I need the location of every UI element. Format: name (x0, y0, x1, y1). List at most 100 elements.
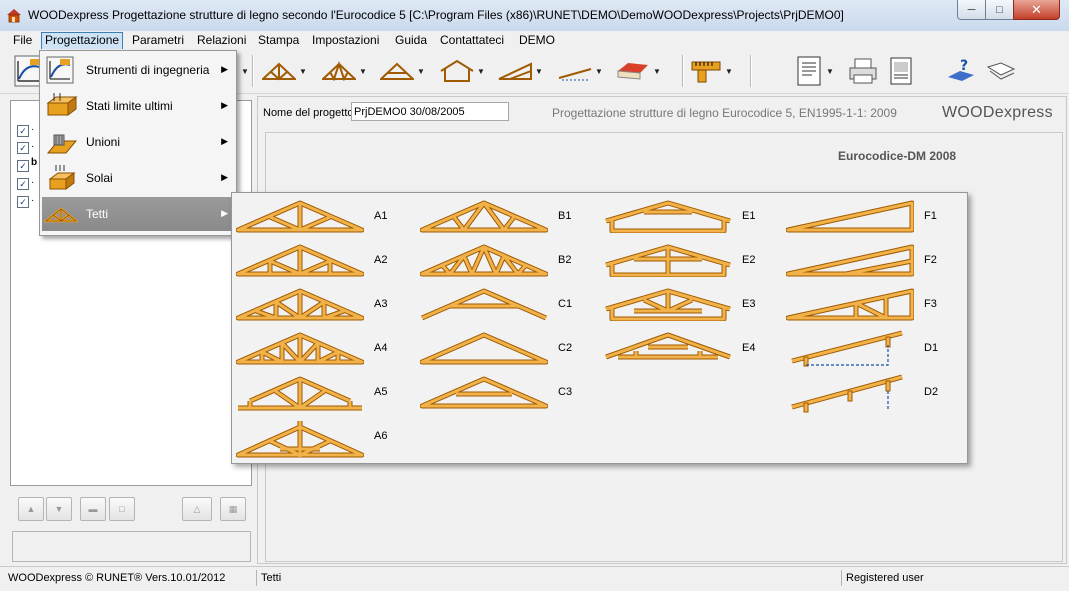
status-user: Registered user (841, 570, 924, 586)
truss-c1-icon (421, 288, 547, 321)
print-preview-button[interactable] (888, 53, 914, 89)
app-brand: WOODexpress (942, 104, 1053, 121)
house-roof-icon (440, 59, 474, 82)
menu-strumenti-ingegneria[interactable]: Strumenti di ingegneria ▶ (42, 53, 234, 87)
truss-f1-icon (785, 200, 915, 233)
truss-a2[interactable] (235, 243, 365, 277)
chevron-down-icon[interactable]: ▼ (359, 67, 367, 76)
chevron-down-icon[interactable]: ▼ (417, 67, 425, 76)
truss-e4[interactable] (604, 331, 732, 365)
truss-c3[interactable] (419, 375, 549, 409)
truss-a-button[interactable]: ▼ (262, 53, 307, 89)
truss-label: A5 (374, 386, 388, 398)
close-button[interactable]: ✕ (1013, 0, 1060, 20)
measure-button[interactable]: ▼ (690, 53, 733, 89)
truss-label: C1 (558, 298, 573, 310)
manual-button[interactable] (986, 53, 1016, 89)
truss-e2[interactable] (604, 243, 732, 278)
roof-3d-icon (617, 63, 648, 80)
truss-label: F1 (924, 210, 937, 222)
chevron-down-icon[interactable]: ▼ (725, 67, 733, 76)
truss-a5[interactable] (236, 375, 364, 411)
move-up-button[interactable]: ▲ (18, 497, 44, 521)
truss-c-button[interactable]: ▼ (380, 53, 425, 89)
remove-button[interactable]: ▬ (80, 497, 106, 521)
truss-b1[interactable] (419, 199, 549, 233)
tetti-submenu: A1 A2 A3 A4 A5 A6 B1 B2 C1 C2 C3 E1 E2 E… (231, 192, 968, 464)
menu-contattateci[interactable]: Contattateci (437, 32, 507, 48)
truss-a1[interactable] (235, 199, 365, 233)
chevron-down-icon[interactable]: ▼ (595, 67, 603, 76)
tree-checkbox[interactable]: ✓ (17, 178, 29, 190)
truss-e1[interactable] (604, 199, 732, 234)
truss-c1[interactable] (420, 287, 548, 321)
truss-f-button[interactable]: ▼ (498, 53, 543, 89)
chevron-down-icon[interactable]: ▼ (653, 67, 661, 76)
truss-f1[interactable] (785, 199, 915, 233)
menu-relazioni[interactable]: Relazioni (194, 32, 249, 48)
menu-file[interactable]: File (10, 32, 35, 48)
truss-a6[interactable] (235, 419, 365, 459)
tree-checkbox[interactable]: ✓ (17, 125, 29, 137)
maximize-button[interactable]: □ (985, 0, 1014, 20)
roof-3d-button[interactable]: ▼ (616, 53, 661, 89)
truss-c2[interactable] (419, 331, 549, 365)
chevron-down-icon[interactable]: ▼ (241, 67, 249, 76)
truss-a3[interactable] (235, 287, 365, 321)
truss-a3-icon (235, 288, 365, 321)
menu-guida[interactable]: Guida (392, 32, 430, 48)
rafter-d1-icon (791, 330, 903, 367)
truss-d2[interactable] (790, 373, 918, 415)
truss-a4[interactable] (235, 331, 365, 365)
truss-label: F2 (924, 254, 937, 266)
roof-truss-icon (44, 207, 78, 223)
truss-b-button[interactable]: ▼ (322, 53, 367, 89)
tree-checkbox[interactable]: ✓ (17, 196, 29, 208)
menu-stampa[interactable]: Stampa (255, 32, 302, 48)
chevron-down-icon[interactable]: ▼ (826, 67, 834, 76)
minimize-button[interactable]: ─ (957, 0, 986, 20)
rafter-icon (558, 68, 592, 81)
status-version: WOODexpress © RUNET® Vers.10.01/2012 (8, 572, 226, 584)
menu-impostazioni[interactable]: Impostazioni (309, 32, 382, 48)
truss-f2[interactable] (785, 243, 915, 277)
tree-checkbox[interactable]: ✓ (17, 142, 29, 154)
menu-tetti[interactable]: Tetti ▶ (42, 197, 234, 231)
status-bar: WOODexpress © RUNET® Vers.10.01/2012 Tet… (0, 566, 1069, 591)
rafter-button[interactable]: ▼ (558, 53, 603, 89)
truss-a6-icon (235, 421, 365, 458)
window-title: WOODexpress Progettazione strutture di l… (28, 8, 844, 22)
truss-b1-icon (419, 200, 549, 233)
menu-demo[interactable]: DEMO (516, 32, 558, 48)
report-button[interactable]: ▼ (795, 53, 834, 89)
rafter-d2-icon (791, 374, 903, 413)
truss-f2-icon (785, 244, 915, 277)
truss-f3[interactable] (785, 287, 915, 321)
menu-unioni[interactable]: Unioni ▶ (42, 125, 234, 159)
truss-e-button[interactable]: ▼ (440, 53, 485, 89)
truss-b2[interactable] (419, 243, 549, 277)
help-button[interactable]: ? (946, 53, 976, 89)
chevron-down-icon[interactable]: ▼ (535, 67, 543, 76)
truss-view-button[interactable]: △ (182, 497, 212, 521)
truss-label: B2 (558, 254, 572, 266)
menu-solai[interactable]: Solai ▶ (42, 161, 234, 195)
truss-d1[interactable] (790, 329, 918, 369)
table-view-button[interactable]: ▦ (220, 497, 246, 521)
menu-stati-limite-ultimi[interactable]: Stati limite ultimi ▶ (42, 89, 234, 123)
truss-label: E3 (742, 298, 756, 310)
print-button[interactable] (848, 53, 878, 89)
chevron-down-icon[interactable]: ▼ (299, 67, 307, 76)
help-book-icon: ? (948, 58, 974, 81)
truss-c2-icon (419, 332, 549, 365)
truss-e3[interactable] (604, 287, 732, 322)
joints-icon (46, 134, 78, 154)
edit-button[interactable]: □ (109, 497, 135, 521)
open-book-icon (986, 62, 1016, 80)
chevron-down-icon[interactable]: ▼ (477, 67, 485, 76)
project-name-field[interactable]: PrjDEMO0 30/08/2005 (351, 102, 509, 121)
menu-parametri[interactable]: Parametri (129, 32, 187, 48)
menu-progettazione[interactable]: Progettazione (41, 32, 124, 50)
tree-checkbox[interactable]: ✓ (17, 160, 29, 172)
move-down-button[interactable]: ▼ (46, 497, 72, 521)
